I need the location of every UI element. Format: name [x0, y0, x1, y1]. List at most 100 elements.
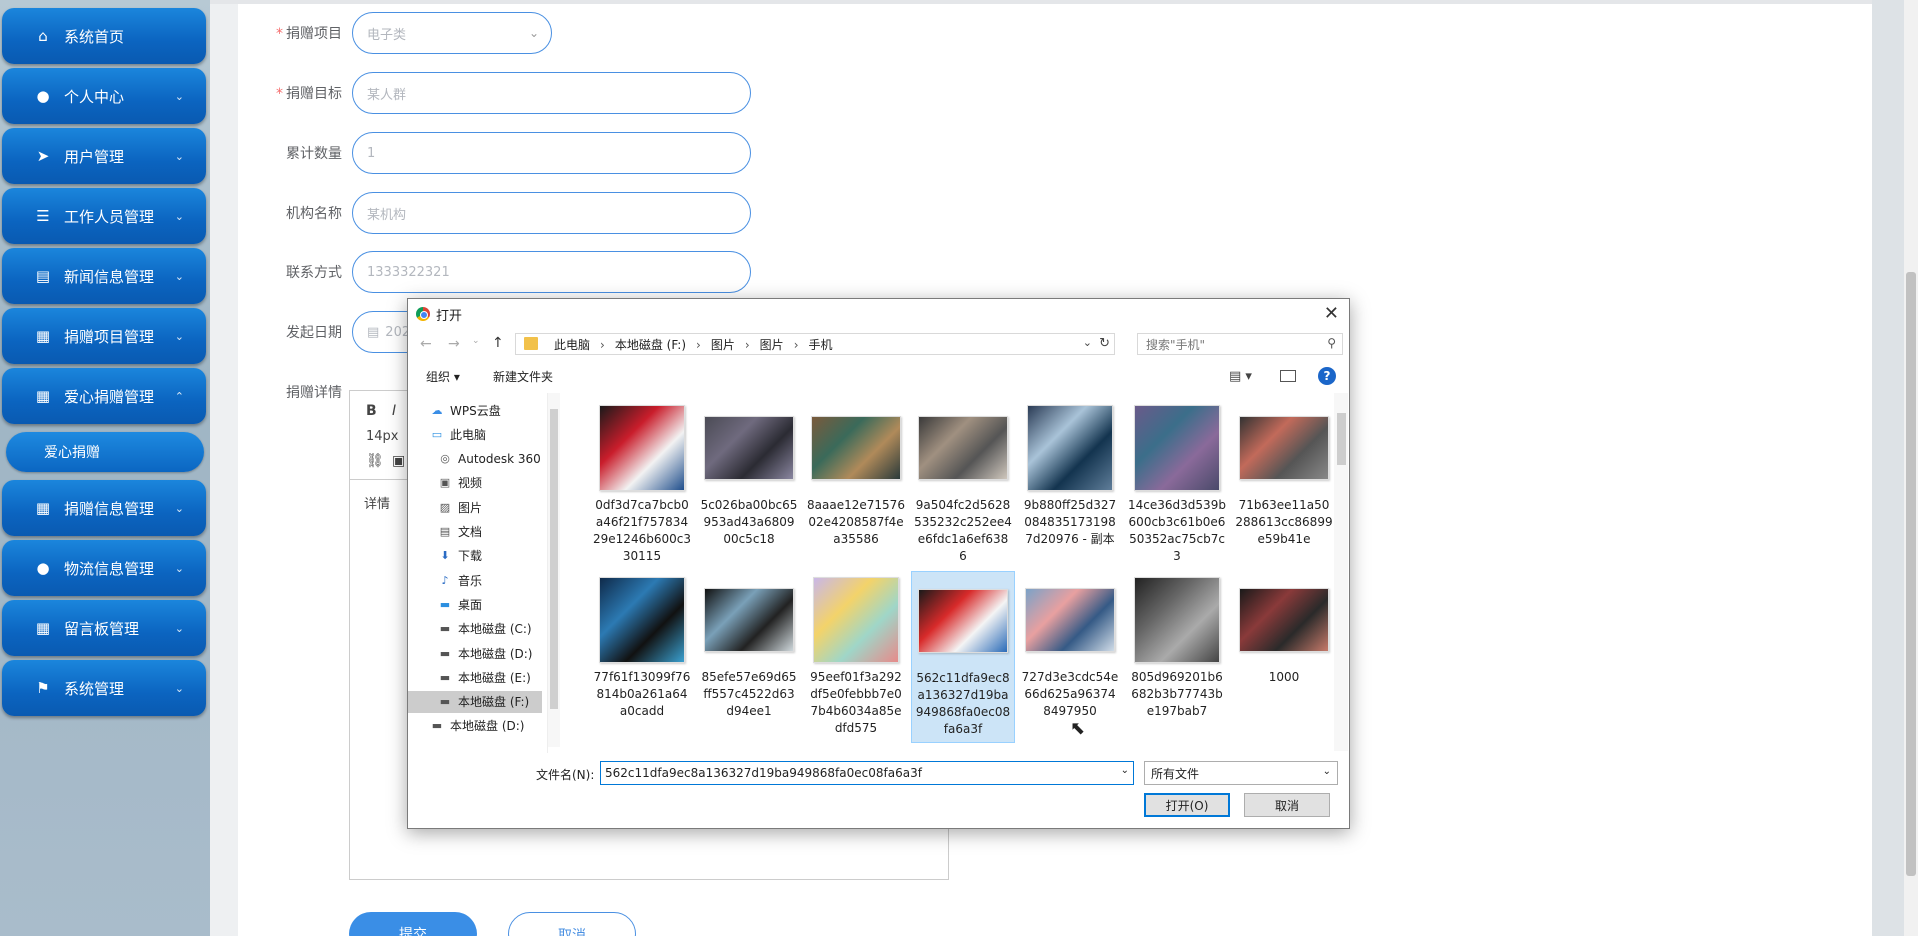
folder-icon	[524, 337, 538, 350]
image-thumbnail	[1132, 403, 1222, 493]
breadcrumb-separator[interactable]: ›	[745, 338, 750, 352]
grid-icon: ▦	[35, 387, 51, 405]
submit-button[interactable]: 提交	[349, 912, 477, 936]
file-item[interactable]: 8aaae12e7157602e4208587f4ea35586	[804, 399, 908, 571]
nav-item[interactable]: ▭ 此电脑	[430, 423, 486, 445]
contact-input[interactable]: 1333322321	[352, 251, 751, 293]
filename-input[interactable]: 562c11dfa9ec8a136327d19ba949868fa0ec08fa…	[600, 761, 1134, 785]
search-input[interactable]: 搜索"手机" ⚲	[1137, 333, 1343, 355]
close-icon[interactable]: ✕	[1324, 303, 1339, 324]
nav-item[interactable]: ☁ WPS云盘	[430, 399, 501, 421]
sidebar-item-4[interactable]: ▤ 新闻信息管理 ⌄	[2, 248, 206, 304]
sidebar-item-2[interactable]: ➤ 用户管理 ⌄	[2, 128, 206, 184]
nav-item[interactable]: ◎ Autodesk 360	[438, 448, 541, 470]
navigation-scrollbar[interactable]	[548, 393, 560, 747]
breadcrumb-item[interactable]: 此电脑	[554, 338, 590, 352]
image-icon[interactable]: ▣	[392, 453, 405, 469]
sidebar-item-6[interactable]: ▦ 爱心捐赠管理 ⌃	[2, 368, 206, 424]
chevron-down-icon: ⌄	[174, 562, 184, 575]
nav-item[interactable]: ▬ 本地磁盘 (C:)	[438, 618, 532, 640]
sidebar-item-0[interactable]: ⌂ 系统首页	[2, 8, 206, 64]
nav-item[interactable]: ▬ 本地磁盘 (E:)	[438, 666, 531, 688]
sidebar-item-5[interactable]: ▦ 捐赠项目管理 ⌄	[2, 308, 206, 364]
file-list-scrollbar[interactable]	[1334, 393, 1348, 751]
breadcrumb-separator[interactable]: ›	[696, 338, 701, 352]
breadcrumb-item[interactable]: 手机	[809, 338, 833, 352]
nav-item[interactable]: ▬ 本地磁盘 (D:)	[430, 715, 525, 737]
project-select[interactable]: 电子类 ⌄	[352, 12, 552, 54]
font-size-select[interactable]: 14px	[366, 429, 399, 444]
submenu-item-donation[interactable]: 爱心捐赠	[6, 432, 204, 472]
download-icon: ⬇	[440, 549, 450, 563]
breadcrumb-separator[interactable]: ›	[600, 338, 605, 352]
open-button[interactable]: 打开(O)	[1144, 793, 1230, 817]
dialog-cancel-button[interactable]: 取消	[1244, 793, 1330, 817]
file-item[interactable]: 71b63ee11a50288613cc86899e59b41e	[1232, 399, 1334, 571]
nav-item[interactable]: ▤ 文档	[438, 521, 482, 543]
sidebar-item-3[interactable]: ☰ 工作人员管理 ⌄	[2, 188, 206, 244]
nav-item[interactable]: ▨ 图片	[438, 496, 482, 518]
file-item[interactable]: 9a504fc2d5628535232c252ee4e6fdc1a6ef6386	[911, 399, 1015, 571]
file-name: 14ce36d3d539b600cb3c61b0e650352ac75cb7c3	[1128, 498, 1226, 563]
nav-item[interactable]: ⬇ 下载	[438, 545, 482, 567]
preview-pane-icon[interactable]	[1280, 370, 1296, 382]
search-icon: ⚲	[1327, 336, 1336, 350]
sidebar-item-1[interactable]: ● 个人中心 ⌄	[2, 68, 206, 124]
up-icon[interactable]: ↑	[492, 335, 504, 351]
sidebar-item-10[interactable]: ⚑ 系统管理 ⌄	[2, 660, 206, 716]
file-item[interactable]: 95eef01f3a292df5e0febbb7e07b4b6034a85edf…	[804, 571, 908, 743]
phone-image	[1239, 416, 1329, 480]
nav-item[interactable]: ▬ 本地磁盘 (F:)	[408, 690, 542, 713]
breadcrumb-item[interactable]: 图片	[711, 338, 735, 352]
forward-icon[interactable]: →	[448, 336, 460, 352]
nav-item[interactable]: ▣ 视频	[438, 472, 482, 494]
nav-item-label: 下载	[458, 549, 483, 564]
file-item[interactable]: 85efe57e69d65ff557c4522d63d94ee1	[697, 571, 801, 743]
link-icon[interactable]: ⛓	[366, 453, 384, 469]
bold-button[interactable]: B	[366, 403, 377, 419]
sidebar-item-label: 工作人员管理	[64, 207, 155, 226]
count-input[interactable]: 1	[352, 132, 751, 174]
nav-item[interactable]: ♪ 音乐	[438, 569, 482, 591]
refresh-icon[interactable]: ↻	[1099, 336, 1110, 351]
sidebar-item-8[interactable]: ● 物流信息管理 ⌄	[2, 540, 206, 596]
file-item[interactable]: 14ce36d3d539b600cb3c61b0e650352ac75cb7c3	[1125, 399, 1229, 571]
file-name: 8aaae12e7157602e4208587f4ea35586	[807, 498, 905, 546]
file-item[interactable]: 805d969201b6682b3b77743be197bab7	[1125, 571, 1229, 743]
computer-icon: ▭	[431, 427, 443, 441]
file-item[interactable]: 5c026ba00bc65953ad43a680900c5c18	[697, 399, 801, 571]
italic-button[interactable]: I	[392, 403, 396, 419]
editor-content[interactable]: 详情	[364, 493, 390, 512]
file-item[interactable]: 77f61f13099f76814b0a261a64a0cadd	[590, 571, 694, 743]
sidebar-item-9[interactable]: ▦ 留言板管理 ⌄	[2, 600, 206, 656]
file-item[interactable]: 9b880ff25d3270848351731987d20976 - 副本	[1018, 399, 1122, 571]
address-bar[interactable]: 此电脑 › 本地磁盘 (F:) › 图片 › 图片 › 手机 ⌄ ↻	[515, 333, 1115, 355]
file-item[interactable]: 1000	[1232, 571, 1334, 743]
breadcrumb-item[interactable]: 图片	[760, 338, 784, 352]
back-icon[interactable]: ←	[420, 336, 432, 352]
filename-row: 文件名(N): 562c11dfa9ec8a136327d19ba949868f…	[408, 759, 1349, 789]
filetype-select[interactable]: 所有文件 ⌄	[1144, 761, 1338, 785]
org-input[interactable]: 某机构	[352, 192, 751, 234]
recent-dropdown-icon[interactable]: ⌄	[472, 336, 480, 346]
breadcrumb-separator[interactable]: ›	[794, 338, 799, 352]
nav-item[interactable]: ▬ 本地磁盘 (D:)	[438, 642, 533, 664]
phone-image	[1239, 588, 1329, 652]
image-thumbnail	[1132, 575, 1222, 665]
address-dropdown-icon[interactable]: ⌄	[1083, 336, 1092, 349]
help-icon[interactable]: ?	[1318, 367, 1336, 385]
new-folder-button[interactable]: 新建文件夹	[493, 368, 553, 385]
image-thumbnail	[918, 576, 1008, 666]
target-input[interactable]: 某人群	[352, 72, 751, 114]
view-options-icon[interactable]: ▤ ▾	[1229, 369, 1252, 384]
cancel-button[interactable]: 取消	[508, 912, 636, 936]
file-item[interactable]: 0df3d7ca7bcb0a46f21f75783429e1246b600c33…	[590, 399, 694, 571]
nav-item[interactable]: ▬ 桌面	[438, 593, 482, 615]
page-scrollbar-thumb[interactable]	[1906, 272, 1916, 876]
sidebar-item-7[interactable]: ▦ 捐赠信息管理 ⌄	[2, 480, 206, 536]
filename-dropdown-icon[interactable]: ⌄	[1121, 765, 1129, 776]
sidebar-item-label: 捐赠信息管理	[64, 499, 155, 518]
organize-menu[interactable]: 组织 ▾	[426, 368, 460, 385]
breadcrumb-item[interactable]: 本地磁盘 (F:)	[615, 338, 686, 352]
file-item[interactable]: 562c11dfa9ec8a136327d19ba949868fa0ec08fa…	[911, 571, 1015, 743]
